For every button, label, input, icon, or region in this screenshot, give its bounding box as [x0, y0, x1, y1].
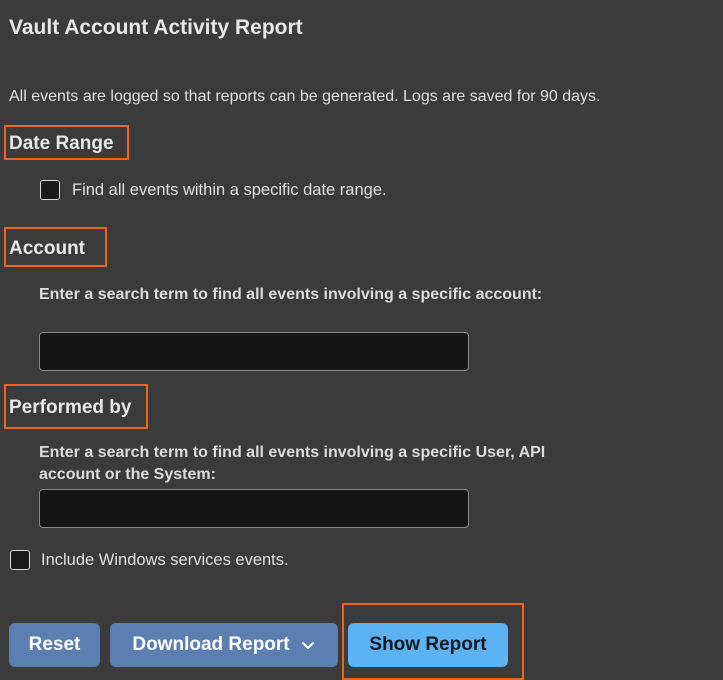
page-title: Vault Account Activity Report [9, 16, 303, 39]
windows-services-checkbox[interactable] [10, 550, 30, 570]
windows-services-checkbox-label[interactable]: Include Windows services events. [41, 551, 289, 570]
chevron-down-icon [300, 637, 316, 653]
account-heading: Account [9, 238, 85, 259]
show-report-button[interactable]: Show Report [348, 623, 508, 667]
performed-by-heading: Performed by [9, 397, 132, 418]
download-report-button[interactable]: Download Report [110, 623, 338, 667]
reset-button-label: Reset [28, 634, 81, 655]
account-search-input[interactable] [39, 332, 469, 371]
performed-by-search-input[interactable] [39, 489, 469, 528]
date-range-heading: Date Range [9, 133, 114, 154]
reset-button[interactable]: Reset [9, 623, 100, 667]
intro-text: All events are logged so that reports ca… [9, 88, 601, 105]
date-range-checkbox-label[interactable]: Find all events within a specific date r… [72, 181, 387, 200]
date-range-checkbox[interactable] [40, 180, 60, 200]
download-report-label: Download Report [132, 634, 290, 655]
account-field-label: Enter a search term to find all events i… [39, 286, 543, 303]
show-report-label: Show Report [369, 634, 487, 655]
performed-by-field-label: Enter a search term to find all events i… [39, 444, 546, 483]
